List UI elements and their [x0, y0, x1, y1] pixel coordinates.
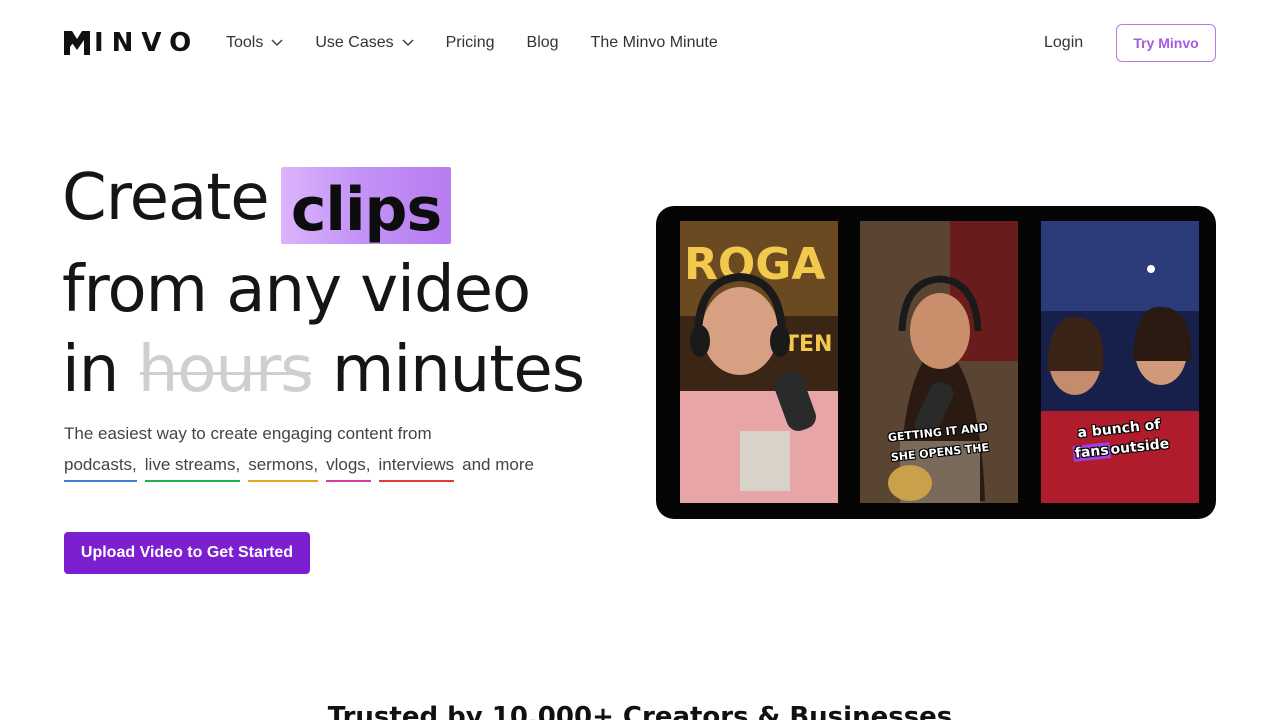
nav-blog[interactable]: Blog [527, 32, 559, 54]
clips-word: clips [290, 175, 442, 245]
upload-video-button[interactable]: Upload Video to Get Started [64, 532, 310, 574]
tags-and-more: and more [462, 455, 534, 474]
chevron-down-icon [271, 34, 283, 52]
podcast-host-illustration: ROGA TEN [680, 221, 838, 503]
tag-interviews[interactable]: interviews [378, 455, 455, 482]
hero-minutes-word: minutes [331, 333, 585, 407]
main-nav: Tools Use Cases Pricing Blog The Minvo M… [226, 32, 750, 54]
clip3-caption-rest: outside [1109, 435, 1171, 459]
minvo-logo-mark-icon [64, 31, 90, 55]
clip-thumbnail-crowd[interactable]: a bunch of fansoutside [1041, 221, 1199, 503]
hero-in-word: in [62, 333, 119, 407]
hero-line-2: from any video [62, 253, 531, 327]
site-header: INVO Tools Use Cases Pricing Blog The Mi… [0, 0, 1280, 86]
nav-blog-label: Blog [526, 34, 559, 51]
tag-vlogs[interactable]: vlogs, [326, 455, 371, 482]
hero-line-1: Create [62, 158, 270, 238]
sign-text-2: TEN [784, 332, 832, 357]
nav-tools[interactable]: Tools [226, 32, 283, 54]
trusted-heading: Trusted by 10,000+ Creators & Businesses [327, 702, 953, 720]
logo-wordmark: INVO [94, 28, 200, 58]
hero-create-word: Create [62, 161, 270, 235]
nav-pricing-label: Pricing [445, 34, 495, 51]
nav-use-cases[interactable]: Use Cases [315, 32, 414, 54]
login-link[interactable]: Login [1044, 32, 1083, 54]
clips-highlight-badge: clips [281, 167, 451, 244]
hero-line-3: in hours minutes [62, 330, 585, 410]
struck-hours-word: hours [138, 330, 314, 410]
nav-pricing[interactable]: Pricing [446, 32, 495, 54]
nav-minvo-minute-label: The Minvo Minute [590, 34, 718, 51]
content-type-tags: podcasts, live streams, sermons, vlogs, … [64, 455, 534, 482]
clip-thumbnail-podcast[interactable]: ROGA TEN [680, 221, 838, 503]
try-minvo-button[interactable]: Try Minvo [1116, 24, 1216, 62]
tag-live-streams[interactable]: live streams, [144, 455, 241, 482]
video-preview-frame: ROGA TEN GETTING IT AND SHE OPENS THE a … [656, 206, 1216, 519]
hero-subtitle: The easiest way to create engaging conte… [64, 424, 432, 443]
tag-podcasts[interactable]: podcasts, [64, 455, 137, 482]
nav-tools-label: Tools [226, 34, 264, 51]
clip3-caption-highlight: fans [1072, 442, 1112, 462]
tag-sermons[interactable]: sermons, [248, 455, 319, 482]
nav-minvo-minute[interactable]: The Minvo Minute [591, 32, 718, 54]
clip-thumbnail-guest[interactable]: GETTING IT AND SHE OPENS THE [860, 221, 1018, 503]
nav-use-cases-label: Use Cases [315, 34, 394, 51]
minvo-logo[interactable]: INVO [64, 30, 199, 56]
chevron-down-icon [402, 34, 414, 52]
